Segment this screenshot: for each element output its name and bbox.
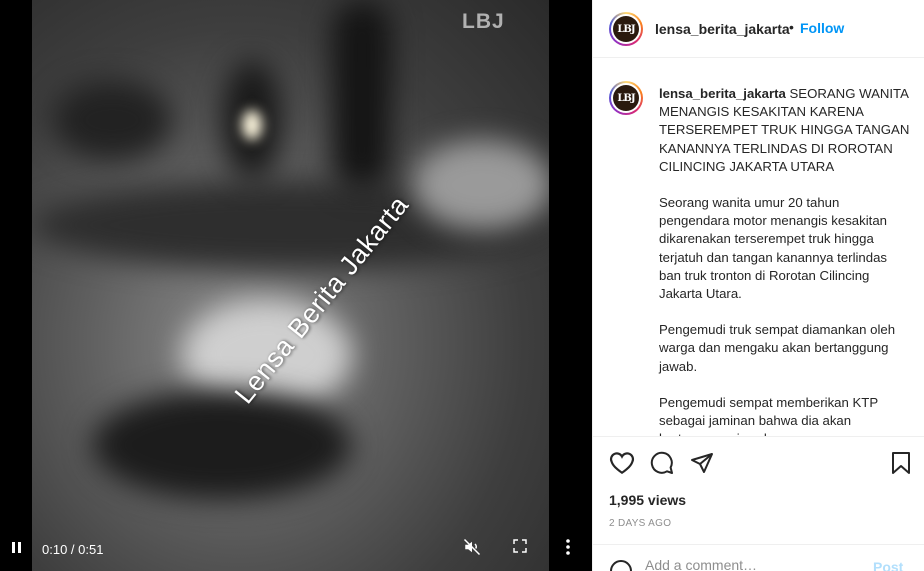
post-header: LBJ lensa_berita_jakarta • Follow <box>593 0 924 58</box>
post-side-panel: LBJ lensa_berita_jakarta • Follow LBJ le… <box>592 0 924 571</box>
video-dark-area <box>52 80 172 160</box>
video-light-area <box>412 140 549 230</box>
video-controls: 0:10 / 0:51 <box>0 527 592 571</box>
video-light-spot <box>242 110 262 140</box>
caption-avatar[interactable]: LBJ <box>609 81 643 115</box>
video-ground-shadow <box>92 390 352 500</box>
video-figure-legs <box>332 0 392 190</box>
more-vertical-icon[interactable] <box>560 538 576 561</box>
avatar-logo: LBJ <box>613 85 639 111</box>
caption-paragraph: Pengemudi truk sempat diamankan oleh war… <box>659 322 896 374</box>
post-timestamp: 2 DAYS AGO <box>609 518 672 529</box>
avatar[interactable]: LBJ <box>609 12 643 46</box>
heart-icon[interactable] <box>609 451 635 480</box>
caption-paragraph: Pengemudi sempat memberikan KTP sebagai … <box>659 394 878 436</box>
follow-button[interactable]: Follow <box>800 20 844 36</box>
comment-icon[interactable] <box>650 451 674 480</box>
separator-dot: • <box>789 19 794 35</box>
video-frame[interactable]: LBJ Lensa Berita Jakarta <box>32 0 549 571</box>
caption-text: lensa_berita_jakarta SEORANG WANITA MENA… <box>659 85 911 436</box>
video-corner-mark: LBJ <box>462 10 505 33</box>
pause-icon[interactable] <box>10 541 24 555</box>
comment-input[interactable] <box>645 557 865 571</box>
caption-area[interactable]: LBJ lensa_berita_jakarta SEORANG WANITA … <box>593 59 924 436</box>
bookmark-icon[interactable] <box>891 451 911 480</box>
caption-paragraph: Seorang wanita umur 20 tahun pengendara … <box>659 195 888 302</box>
video-player[interactable]: LBJ Lensa Berita Jakarta 0:10 / 0:51 <box>0 0 592 571</box>
post-actions: 1,995 views 2 DAYS AGO Post <box>593 436 924 571</box>
header-username[interactable]: lensa_berita_jakarta <box>655 21 790 37</box>
fullscreen-icon[interactable] <box>512 538 528 559</box>
caption-username[interactable]: lensa_berita_jakarta <box>659 86 786 101</box>
avatar-logo: LBJ <box>613 16 639 42</box>
comment-bar: Post <box>593 544 924 571</box>
video-time: 0:10 / 0:51 <box>42 542 104 557</box>
share-icon[interactable] <box>690 451 714 480</box>
emoji-icon[interactable] <box>609 559 633 571</box>
post-comment-button[interactable]: Post <box>873 559 903 571</box>
muted-speaker-icon[interactable] <box>463 538 481 561</box>
views-count[interactable]: 1,995 views <box>609 492 686 508</box>
